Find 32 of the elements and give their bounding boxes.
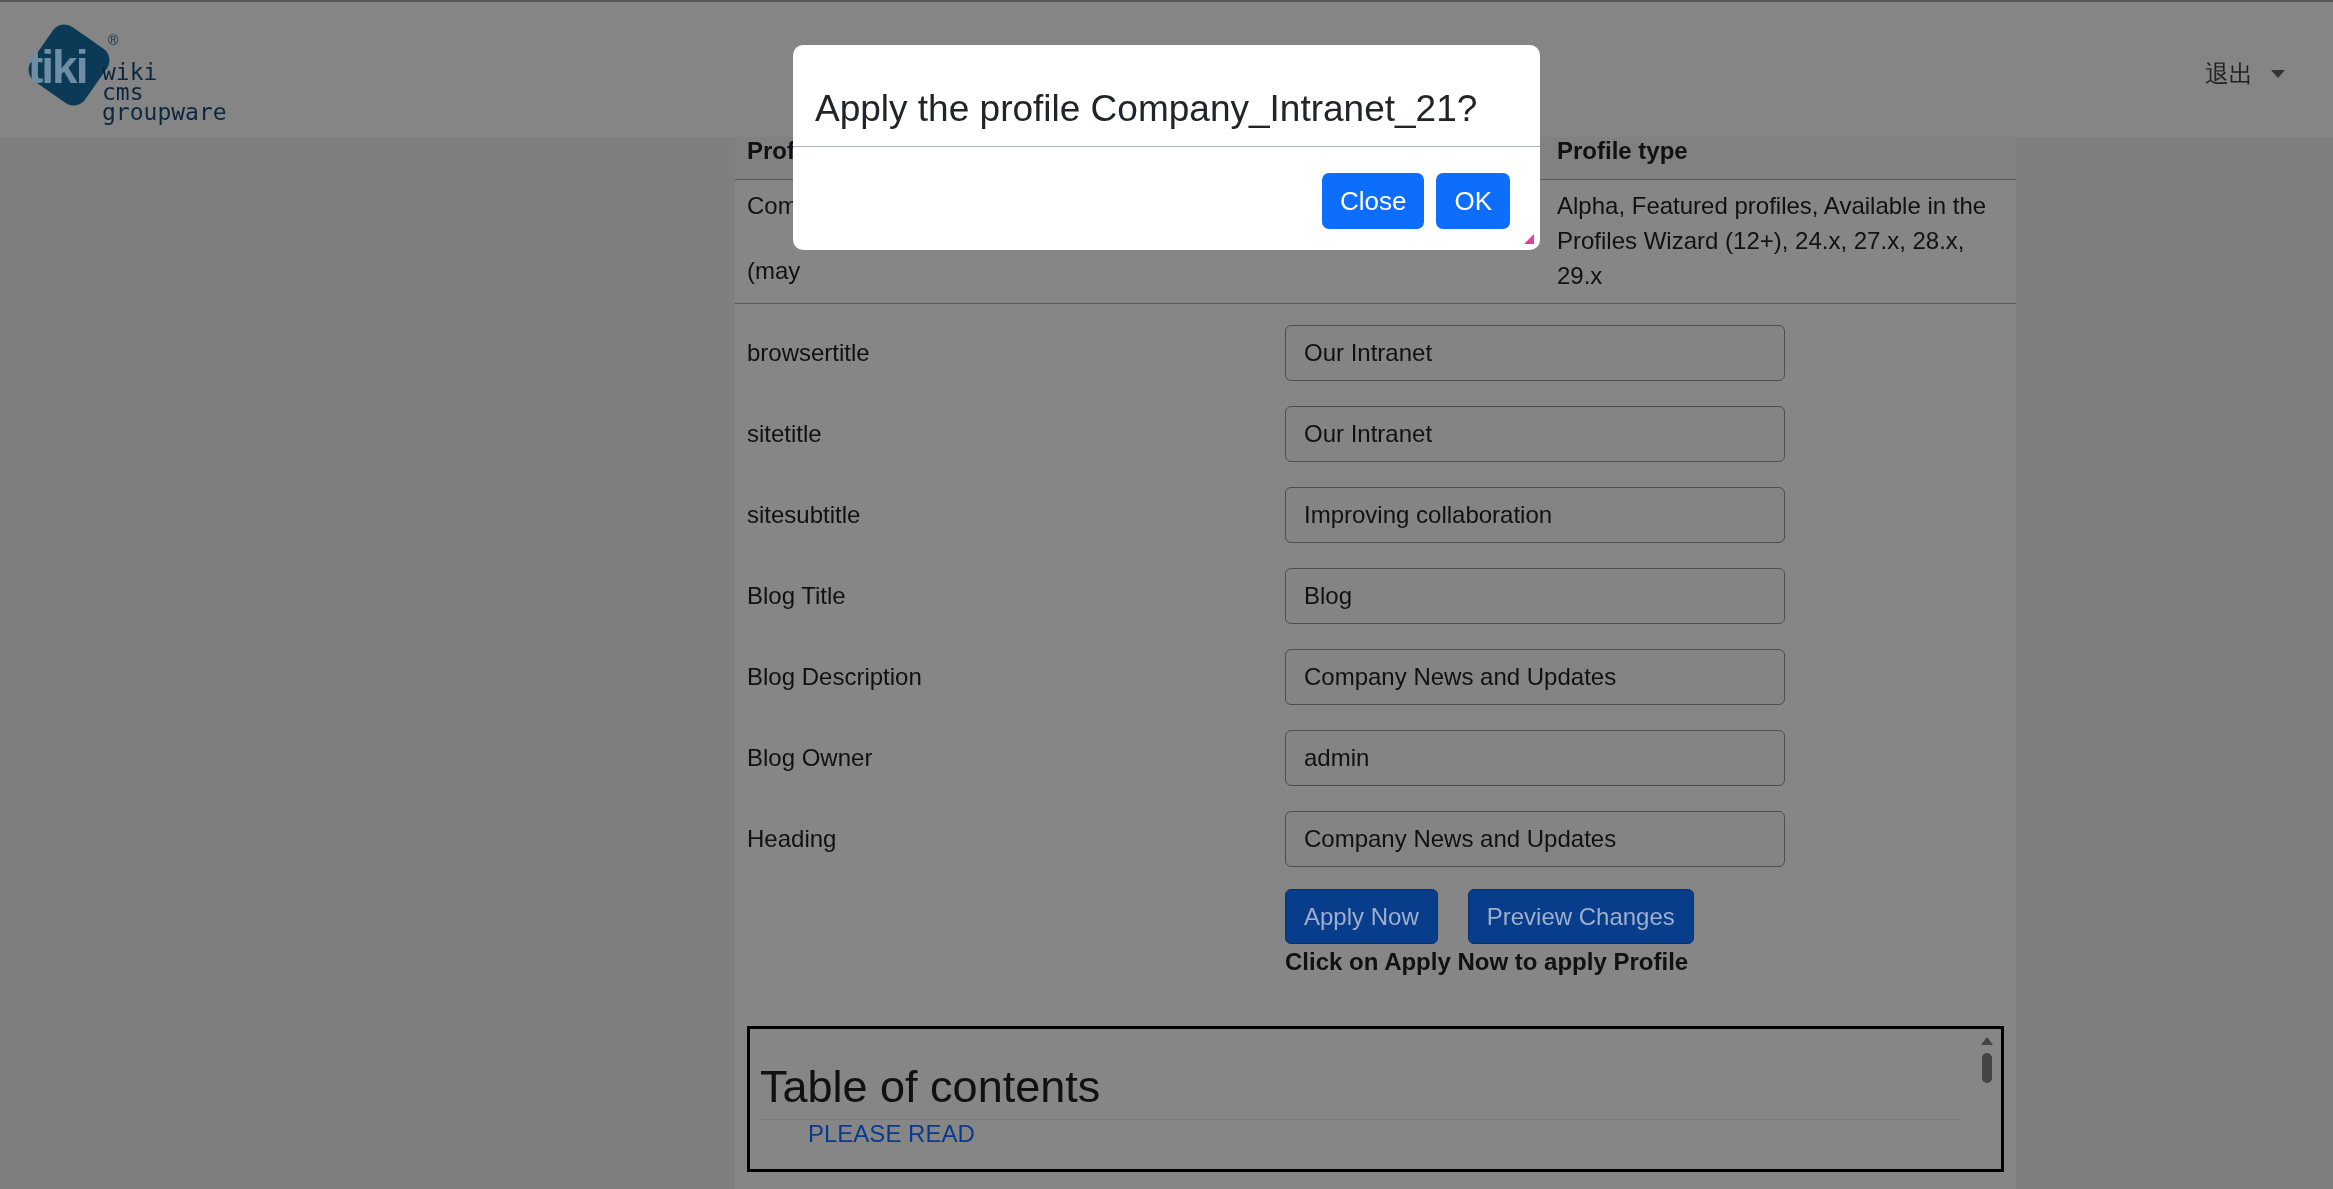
registered-mark: ® [108, 32, 119, 48]
close-button[interactable]: Close [1321, 173, 1425, 229]
ok-button[interactable]: OK [1436, 173, 1510, 229]
logo-text: cms [102, 82, 144, 102]
input-field[interactable]: Improving collaboration [1285, 486, 1785, 543]
hint-text: Click on Apply Now to apply Profile [1285, 948, 1690, 976]
parameter-label: sitetitle [746, 419, 823, 448]
toc-link[interactable]: PLEASE READ [808, 1120, 1961, 1148]
input-field[interactable]: admin [1285, 729, 1785, 786]
user-menu[interactable]: 退出 [2205, 58, 2285, 90]
logo-text: wiki [102, 62, 159, 82]
input-field[interactable]: Company News and Updates [1285, 810, 1785, 867]
parameter-label: Blog Owner [746, 743, 874, 772]
preview-button[interactable]: Preview Changes [1467, 889, 1694, 944]
resize-grip-icon[interactable] [1524, 234, 1534, 244]
parameter-label: sitesubtitle [746, 500, 862, 529]
input-field[interactable]: Company News and Updates [1285, 648, 1785, 705]
apply-button[interactable]: Apply Now [1285, 889, 1438, 944]
table-cell-text: (may [746, 256, 801, 286]
parameter-label: Heading [746, 824, 838, 853]
dialog-title: Apply the profile Company_Intranet_21? [814, 87, 1479, 131]
input-field[interactable]: Our Intranet [1285, 405, 1785, 462]
input-field[interactable]: Blog [1285, 567, 1785, 624]
caret-icon [2271, 70, 2285, 78]
column-header: Prof [746, 137, 795, 165]
parameter-label: Blog Title [746, 581, 847, 610]
parameter-label: browsertitle [746, 338, 871, 367]
parameter-label: Blog Description [746, 662, 923, 691]
input-field[interactable]: Our Intranet [1285, 324, 1785, 381]
toc-title: Table of contents [760, 1061, 1961, 1120]
profile-type-cell-text: Alpha, Featured profiles, Available in the Profiles Wizard (12+), 24.x, 27.x, 28.x, 29.x [1556, 191, 1988, 291]
column-header: Profile type [1556, 137, 1688, 165]
